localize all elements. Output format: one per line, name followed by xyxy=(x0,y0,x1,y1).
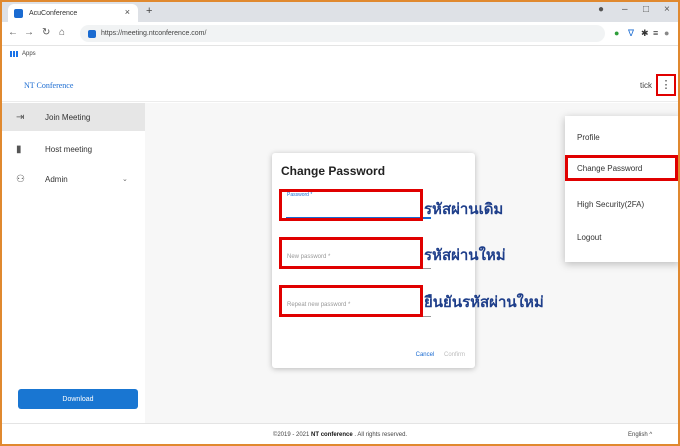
sidebar-item-label: Host meeting xyxy=(45,144,93,154)
sidebar: ⇥ Join Meeting ▮ Host meeting ⚇ Admin ⌄ xyxy=(0,103,145,423)
sidebar-item-host-meeting[interactable]: ▮ Host meeting xyxy=(0,135,145,163)
reading-list-icon[interactable]: ≡ xyxy=(653,28,658,38)
address-bar[interactable]: https://meeting.ntconference.com/ xyxy=(80,25,605,42)
tab-close-icon[interactable]: × xyxy=(125,7,130,17)
highlight-box xyxy=(279,189,423,221)
browser-tab[interactable]: AcuConference × xyxy=(8,4,138,22)
maximize-icon[interactable]: □ xyxy=(643,4,649,15)
highlight-box xyxy=(279,237,423,269)
new-tab-icon[interactable]: + xyxy=(146,5,152,17)
browser-menu-icon[interactable]: ⋮ xyxy=(674,28,680,39)
company-name: NT conference xyxy=(311,432,353,438)
url-text: https://meeting.ntconference.com/ xyxy=(101,30,207,37)
dialog-title: Change Password xyxy=(281,164,386,178)
sidebar-item-label: Admin xyxy=(45,174,68,184)
cancel-button[interactable]: Cancel xyxy=(416,352,435,358)
browser-tab-bar: AcuConference × + ● – □ × xyxy=(0,0,680,22)
app-header: NT Conference tick ⋮ xyxy=(0,62,680,102)
reload-icon[interactable]: ↻ xyxy=(42,27,50,38)
more-options-icon[interactable]: ⋮ xyxy=(656,74,676,96)
bookmarks-bar: Apps xyxy=(0,47,680,60)
admin-user-icon: ⚇ xyxy=(16,173,25,185)
footer: ©2019 - 2021 NT conference . All rights … xyxy=(0,423,680,446)
profile-dot-icon[interactable]: ● xyxy=(598,4,604,15)
copyright: ©2019 - 2021 NT conference . All rights … xyxy=(0,432,680,438)
menu-item-profile[interactable]: Profile xyxy=(565,124,680,150)
user-menu: Profile Change Password High Security(2F… xyxy=(565,116,680,262)
site-favicon-icon xyxy=(14,8,23,18)
back-icon[interactable]: ← xyxy=(8,27,18,38)
highlight-box xyxy=(279,285,423,317)
menu-item-change-password[interactable]: Change Password xyxy=(565,155,678,181)
device-icon: ▮ xyxy=(16,143,22,155)
annotation-new-password: รหัสผ่านใหม่ xyxy=(424,246,506,264)
dialog-actions: Cancel Confirm xyxy=(416,352,465,358)
username: tick xyxy=(640,81,652,90)
annotation-confirm-password: ยืนยันรหัสผ่านใหม่ xyxy=(424,293,544,311)
download-button[interactable]: Download xyxy=(18,389,138,409)
language-selector[interactable]: English ^ xyxy=(628,432,652,438)
copyright-suffix: . All rights reserved. xyxy=(352,432,408,438)
sidebar-item-admin[interactable]: ⚇ Admin ⌄ xyxy=(0,165,145,193)
tab-title: AcuConference xyxy=(29,9,78,17)
apps-grid-icon xyxy=(10,50,19,57)
extensions-puzzle-icon[interactable]: ✱ xyxy=(641,28,649,39)
home-icon[interactable]: ⌂ xyxy=(59,27,65,38)
menu-item-logout[interactable]: Logout xyxy=(565,224,680,250)
minimize-icon[interactable]: – xyxy=(622,4,628,15)
account-avatar-icon[interactable]: ● xyxy=(664,28,669,38)
annotation-current-password: รหัสผ่านเดิม xyxy=(424,200,504,218)
forward-icon[interactable]: → xyxy=(24,27,34,38)
extension-icon[interactable]: ● xyxy=(614,28,619,38)
brand-logo[interactable]: NT Conference xyxy=(24,81,73,90)
window-close-icon[interactable]: × xyxy=(664,4,670,15)
bookmark-apps[interactable]: Apps xyxy=(22,51,36,57)
site-favicon-icon xyxy=(88,29,96,38)
join-icon: ⇥ xyxy=(16,111,25,123)
confirm-button[interactable]: Confirm xyxy=(444,352,465,358)
sidebar-item-label: Join Meeting xyxy=(45,112,91,122)
copyright-prefix: ©2019 - 2021 xyxy=(272,432,312,438)
sidebar-item-join-meeting[interactable]: ⇥ Join Meeting xyxy=(0,103,145,131)
chevron-down-icon: ⌄ xyxy=(122,176,128,183)
menu-item-high-security[interactable]: High Security(2FA) xyxy=(565,191,680,217)
shield-extension-icon[interactable]: ∇ xyxy=(628,28,634,39)
browser-nav-bar: ← → ↻ ⌂ https://meeting.ntconference.com… xyxy=(0,22,680,46)
